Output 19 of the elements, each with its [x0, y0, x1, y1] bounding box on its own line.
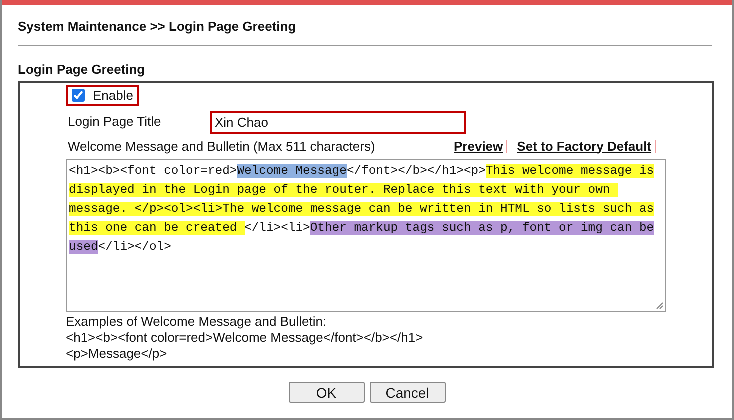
- page-title: System Maintenance >> Login Page Greeting: [18, 18, 298, 36]
- link[interactable]: Preview: [454, 136, 504, 156]
- resize-grip-icon[interactable]: [656, 302, 664, 310]
- code-line: this one can be created </li><li>Other markup tags such as p, font or img can be: [69, 220, 656, 237]
- field-label: Login Page Title: [68, 113, 162, 132]
- example-text: Examples of Welcome Message and Bulletin:: [66, 314, 328, 330]
- dialog-button[interactable]: Cancel: [370, 382, 446, 403]
- message-textarea[interactable]: [66, 159, 666, 312]
- section-title: Login Page Greeting: [18, 60, 146, 79]
- example-text: <p>Message</p>: [66, 346, 168, 362]
- example-text: <h1><b><font color=red>Welcome Message</font></b></h1>: [66, 330, 424, 346]
- code-line: used</li></ol>: [69, 239, 172, 256]
- code-line: <h1><b><font color=red>Welcome Message</font></b></h1><p>This welcome message is: [69, 163, 656, 180]
- dialog-button[interactable]: OK: [288, 382, 364, 403]
- enable-checkbox[interactable]: [72, 89, 85, 102]
- link[interactable]: Set to Factory Default: [517, 136, 652, 156]
- title-field[interactable]: Xin Chao: [210, 110, 466, 134]
- field-label: Welcome Message and Bulletin (Max 511 characters): [68, 138, 376, 156]
- checkbox-label: Enable: [93, 86, 134, 105]
